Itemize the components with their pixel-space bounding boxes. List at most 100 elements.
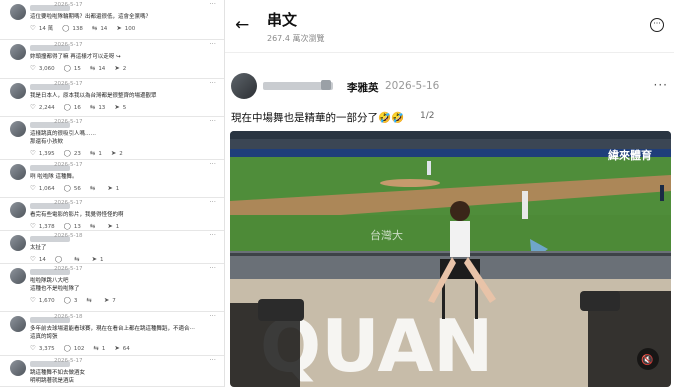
share-icon[interactable]: ➤ (114, 64, 119, 72)
like-icon[interactable]: ♡ (30, 103, 36, 111)
camera (258, 299, 304, 321)
comment-text: 跳這種舞不如去做酒女 (30, 370, 86, 376)
comment-item[interactable]: 2026-5-17 ··· 跳這種舞不如去做酒女 明明跳著就是酒店 (0, 356, 224, 387)
like-icon[interactable]: ♡ (30, 222, 36, 230)
like-icon[interactable]: ♡ (30, 149, 36, 157)
stands-top (230, 131, 671, 139)
shares-count: 2 (119, 151, 123, 157)
comment-item[interactable]: 2026-5-17 ··· 妳頭撞都得了嘛 再這樣才可以走呀 ↪ ♡ 3,060 ◯ 15 ⇆… (0, 40, 224, 79)
more-options-icon[interactable]: ··· (209, 231, 216, 239)
more-options-icon[interactable]: ··· (209, 312, 216, 320)
share-icon[interactable]: ➤ (116, 24, 121, 32)
avatar[interactable] (10, 83, 26, 99)
share-icon[interactable]: ➤ (114, 344, 119, 352)
repost-icon[interactable]: ⇆ (74, 255, 79, 263)
repost-icon[interactable]: ⇆ (92, 24, 97, 32)
avatar[interactable] (10, 235, 26, 251)
more-options-icon[interactable]: ··· (209, 198, 216, 206)
repost-icon[interactable]: ⇆ (93, 344, 98, 352)
reply-icon[interactable]: ◯ (64, 344, 71, 352)
comment-item[interactable]: 2026-5-17 ··· 看完有些電影的影片，我覺得怪怪的啊 ♡ 1,378 ◯ 13 ⇆ ➤… (0, 198, 224, 231)
comment-item[interactable]: 2026-5-18 ··· 太扯了 ♡ 14 ◯ ⇆ ➤ 1 (0, 231, 224, 264)
comment-item[interactable]: 2026-5-17 ··· 這樣跳真的很吸引人嗎…… 那還有小孩欸 ♡ 1,395 ◯ 23 ⇆… (0, 117, 224, 160)
comment-text: 咧 啦啦隊 這種舞。 (30, 174, 78, 180)
author-name[interactable]: 李雅英 (347, 80, 379, 95)
comment-item[interactable]: 2026-5-17 ··· 我是日本人，原本我以為台灣都是很整齊的場邊觀眾 ♡ 2,24… (0, 79, 224, 117)
more-options-icon[interactable]: ··· (209, 160, 216, 168)
avatar[interactable] (10, 202, 26, 218)
reply-icon[interactable]: ◯ (64, 64, 71, 72)
comment-stats: ♡ 1,064 ◯ 56 ⇆ ➤ 1 (30, 184, 128, 192)
avatar[interactable] (10, 4, 26, 20)
like-icon[interactable]: ♡ (30, 255, 36, 263)
likes-count: 1,670 (38, 298, 55, 304)
likes-count: 3,375 (38, 346, 55, 352)
repost-icon[interactable]: ⇆ (90, 64, 95, 72)
reply-icon[interactable]: ◯ (64, 184, 71, 192)
comment-date: 2026-5-17 (54, 42, 83, 48)
more-options-icon[interactable]: ··· (209, 117, 216, 125)
repost-icon[interactable]: ⇆ (90, 103, 95, 111)
reply-icon[interactable]: ◯ (64, 149, 71, 157)
comment-item[interactable]: 2026-5-17 ··· 咧 啦啦隊 這種舞。 ♡ 1,064 ◯ 56 ⇆ ➤ 1 (0, 160, 224, 198)
reposts-count: 14 (98, 66, 106, 72)
comment-stats: ♡ 14 ◯ ⇆ ➤ 1 (30, 255, 113, 263)
share-icon[interactable]: ➤ (92, 255, 97, 263)
share-icon[interactable]: ➤ (107, 222, 112, 230)
field-banner: 台灣大 (370, 228, 403, 242)
avatar[interactable] (10, 44, 26, 60)
shares-count: 2 (122, 66, 127, 72)
like-icon[interactable]: ♡ (30, 184, 36, 192)
repost-icon[interactable]: ⇆ (90, 184, 95, 192)
avatar[interactable] (10, 121, 26, 137)
share-icon[interactable]: ➤ (114, 103, 119, 111)
avatar[interactable] (10, 268, 26, 284)
comment-item[interactable]: 2026-5-18 ··· 多年前去球場還能看球賽，現在在看台上都在跳這種舞蹈，不適… (0, 312, 224, 356)
like-icon[interactable]: ♡ (30, 296, 36, 304)
like-icon[interactable]: ♡ (30, 24, 36, 32)
reply-icon[interactable]: ◯ (64, 222, 71, 230)
comment-text: 這位要啦啦隊輪期嗎？出都還很低，這會全黨嗎？ (30, 14, 152, 20)
like-icon[interactable]: ♡ (30, 344, 36, 352)
reply-icon[interactable]: ◯ (62, 24, 69, 32)
avatar[interactable] (10, 316, 26, 332)
comment-text: 看完有些電影的影片，我覺得怪怪的啊 (30, 212, 124, 218)
comment-item[interactable]: 2026-5-17 ··· 啦啦隊跳八大吧 這種也不是啦啦隊了 ♡ 1,670 ◯ 3 ⇆ ➤ 7 (0, 264, 224, 312)
comment-item[interactable]: 2026-5-17 ··· 這位要啦啦隊輪期嗎？出都還很低，這會全黨嗎？ ♡ 14 萬 ◯… (0, 0, 224, 40)
comment-date: 2026-5-17 (54, 119, 83, 125)
more-options-icon[interactable]: ··· (209, 356, 216, 364)
comment-text: 這真的誇張 (30, 334, 58, 340)
more-options-icon[interactable]: ··· (209, 40, 216, 48)
post-more-icon[interactable]: ··· (654, 78, 668, 92)
reply-icon[interactable]: ◯ (55, 255, 62, 263)
post-video[interactable]: 台灣大 緯來體育 QUAN 🔇 (230, 131, 671, 387)
comment-stats: ♡ 1,378 ◯ 13 ⇆ ➤ 1 (30, 222, 128, 230)
more-options-icon[interactable]: ··· (650, 18, 664, 32)
avatar[interactable] (10, 360, 26, 376)
repost-icon[interactable]: ⇆ (90, 222, 95, 230)
repost-icon[interactable]: ⇆ (90, 149, 95, 157)
reply-icon[interactable]: ◯ (64, 103, 71, 111)
outfield-wall (230, 149, 671, 157)
comment-list: 2026-5-17 ··· 這位要啦啦隊輪期嗎？出都還很低，這會全黨嗎？ ♡ 14 萬 ◯… (0, 0, 224, 387)
comment-stats: ♡ 1,670 ◯ 3 ⇆ ➤ 7 (30, 296, 125, 304)
more-options-icon[interactable]: ··· (209, 79, 216, 87)
comment-text: 明明跳著就是酒店 (30, 378, 75, 384)
reply-icon[interactable]: ◯ (64, 296, 71, 304)
avatar[interactable] (10, 164, 26, 180)
more-options-icon[interactable]: ··· (209, 0, 216, 8)
back-arrow-icon[interactable]: ← (235, 15, 249, 35)
comment-text: 多年前去球場還能看球賽，現在在看台上都在跳這種舞蹈，不適合⋯ (30, 326, 196, 332)
share-icon[interactable]: ➤ (111, 149, 116, 157)
camera (580, 291, 620, 311)
repost-icon[interactable]: ⇆ (86, 296, 91, 304)
comment-date: 2026-5-17 (54, 358, 83, 364)
comment-stats: ♡ 2,244 ◯ 16 ⇆ 13 ➤ 5 (30, 103, 135, 111)
share-icon[interactable]: ➤ (104, 296, 109, 304)
reposts-count: 14 (100, 26, 108, 32)
more-options-icon[interactable]: ··· (209, 264, 216, 272)
like-icon[interactable]: ♡ (30, 64, 36, 72)
share-icon[interactable]: ➤ (107, 184, 112, 192)
comment-stats: ♡ 1,395 ◯ 23 ⇆ 1 ➤ 2 (30, 149, 132, 157)
avatar[interactable] (231, 73, 257, 99)
